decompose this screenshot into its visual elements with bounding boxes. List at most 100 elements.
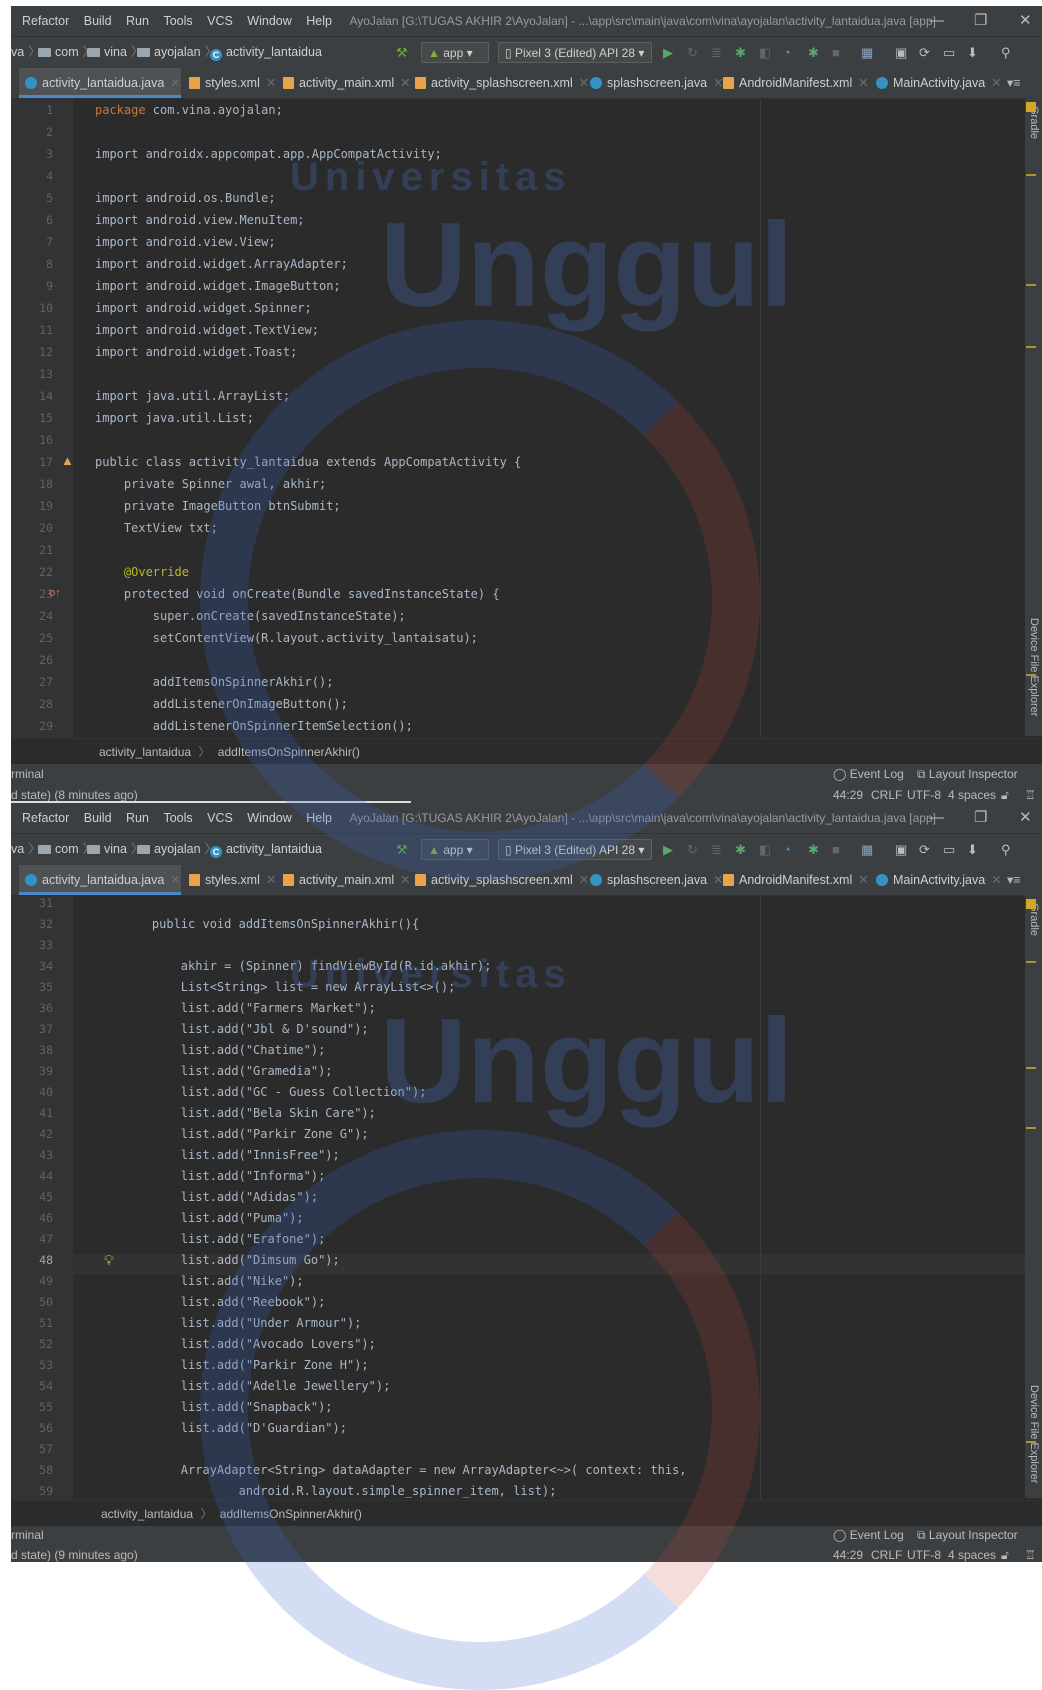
event-log-button[interactable]: ◯ Event Log bbox=[833, 767, 904, 781]
tabs-overflow-icon[interactable]: ▾≡ bbox=[1001, 68, 1021, 98]
tab-mainactivity[interactable]: MainActivity.java ✕ bbox=[870, 68, 1002, 98]
lightbulb-icon[interactable]: 💡︎ bbox=[104, 1252, 114, 1269]
run-config-dropdown[interactable]: ▲ app ▾ bbox=[421, 839, 489, 860]
menu-window[interactable]: Window bbox=[247, 803, 291, 833]
run-icon[interactable]: ▶ bbox=[663, 44, 673, 61]
close-button[interactable]: ✕ bbox=[1019, 6, 1032, 36]
terminal-icon[interactable]: ▣ bbox=[895, 44, 907, 61]
menu-window[interactable]: Window bbox=[247, 6, 291, 36]
scroll-marker[interactable] bbox=[1026, 346, 1036, 348]
indent-setting[interactable]: 4 spaces bbox=[948, 1548, 996, 1562]
warning-marker[interactable] bbox=[1026, 899, 1036, 909]
layout-inspector-button[interactable]: ⧉ Layout Inspector bbox=[917, 1528, 1018, 1543]
profile-icon[interactable]: ◔ bbox=[783, 841, 791, 858]
sdk-manager-icon[interactable]: ⬇ bbox=[967, 44, 978, 61]
breadcrumb-vina[interactable]: vina bbox=[104, 45, 127, 59]
breadcrumb-class[interactable]: activity_lantaidua bbox=[99, 745, 191, 759]
code-editor[interactable]: 31 32 33 34 35 36 37 38 39 40 41 42 43 4… bbox=[11, 896, 1042, 1500]
device-dropdown[interactable]: ▯ Pixel 3 (Edited) API 28 ▾ bbox=[498, 839, 652, 860]
breadcrumb-activity[interactable]: activity_lantaidua bbox=[226, 842, 322, 856]
cursor-position[interactable]: 44:29 bbox=[833, 788, 863, 802]
close-tab-icon[interactable]: ✕ bbox=[266, 873, 276, 887]
terminal-tab[interactable]: rminal bbox=[11, 1528, 44, 1542]
menu-help[interactable]: Help bbox=[306, 803, 332, 833]
layout-inspector-button[interactable]: ⧉ Layout Inspector bbox=[917, 767, 1018, 782]
file-encoding[interactable]: UTF-8 bbox=[907, 788, 941, 802]
minimize-button[interactable]: — bbox=[929, 6, 944, 36]
menu-build[interactable]: Build bbox=[84, 6, 112, 36]
menu-tools[interactable]: Tools bbox=[163, 6, 192, 36]
restore-button[interactable]: ❐ bbox=[974, 803, 987, 833]
device-dropdown[interactable]: ▯ Pixel 3 (Edited) API 28 ▾ bbox=[498, 42, 652, 63]
notification-icon[interactable]: ♖ bbox=[1025, 788, 1036, 802]
breadcrumb-method[interactable]: addItemsOnSpinnerAkhir() bbox=[220, 1507, 362, 1521]
apply-code-icon[interactable]: ≣ bbox=[711, 841, 722, 858]
scroll-marker[interactable] bbox=[1026, 1441, 1036, 1443]
breadcrumb-method[interactable]: addItemsOnSpinnerAkhir() bbox=[218, 745, 360, 759]
scroll-marker[interactable] bbox=[1026, 1067, 1036, 1069]
breadcrumb-com[interactable]: com bbox=[55, 45, 79, 59]
stop-icon[interactable]: ■ bbox=[832, 841, 840, 858]
lock-icon[interactable]: 🔓︎ bbox=[1001, 788, 1009, 803]
debug-icon[interactable]: ✱ bbox=[735, 44, 746, 61]
menu-refactor[interactable]: Refactor bbox=[22, 6, 69, 36]
file-encoding[interactable]: UTF-8 bbox=[907, 1548, 941, 1562]
minimize-button[interactable]: — bbox=[929, 803, 944, 833]
breadcrumb-root[interactable]: va bbox=[11, 842, 24, 856]
breadcrumb-ayojalan[interactable]: ayojalan bbox=[154, 842, 201, 856]
tab-manifest[interactable]: AndroidManifest.xml ✕ bbox=[717, 68, 869, 98]
tabs-overflow-icon[interactable]: ▾≡ bbox=[1001, 865, 1021, 895]
restore-button[interactable]: ❐ bbox=[974, 6, 987, 36]
event-log-button[interactable]: ◯ Event Log bbox=[833, 1528, 904, 1542]
breadcrumb-class[interactable]: activity_lantaidua bbox=[101, 1507, 193, 1521]
line-separator[interactable]: CRLF bbox=[871, 1548, 902, 1562]
tab-manifest[interactable]: AndroidManifest.xml ✕ bbox=[717, 865, 869, 895]
tab-activity-main[interactable]: activity_main.xml ✕ bbox=[277, 865, 411, 895]
scroll-marker[interactable] bbox=[1026, 674, 1036, 676]
menu-run[interactable]: Run bbox=[126, 803, 149, 833]
close-button[interactable]: ✕ bbox=[1019, 803, 1032, 833]
close-tab-icon[interactable]: ✕ bbox=[170, 76, 180, 90]
notification-icon[interactable]: ♖ bbox=[1025, 1548, 1036, 1562]
gradle-sync-icon[interactable]: ⟳ bbox=[919, 44, 930, 61]
scroll-marker[interactable] bbox=[1026, 284, 1036, 286]
line-separator[interactable]: CRLF bbox=[871, 788, 902, 802]
breadcrumb-ayojalan[interactable]: ayojalan bbox=[154, 45, 201, 59]
search-icon[interactable]: ⚲ bbox=[1001, 44, 1011, 61]
tab-activity-lantaidua[interactable]: activity_lantaidua.java ✕ bbox=[19, 865, 181, 895]
breadcrumb-vina[interactable]: vina bbox=[104, 842, 127, 856]
search-icon[interactable]: ⚲ bbox=[1001, 841, 1011, 858]
menu-run[interactable]: Run bbox=[126, 6, 149, 36]
avd-manager-icon[interactable]: ▭ bbox=[943, 44, 955, 61]
close-tab-icon[interactable]: ✕ bbox=[858, 873, 868, 887]
hammer-icon[interactable]: ⚒ bbox=[396, 841, 408, 858]
debug-icon[interactable]: ✱ bbox=[735, 841, 746, 858]
code-editor[interactable]: 1 2 3 4 5 6 7 8 9 10 11 12 13 14 15 16 1… bbox=[11, 99, 1042, 738]
cursor-position[interactable]: 44:29 bbox=[833, 1548, 863, 1562]
menu-tools[interactable]: Tools bbox=[163, 803, 192, 833]
device-file-explorer-tab[interactable]: Device File Explorer bbox=[1028, 1385, 1040, 1483]
attach-debugger-icon[interactable]: ✱ bbox=[808, 44, 819, 61]
tab-mainactivity[interactable]: MainActivity.java ✕ bbox=[870, 865, 1002, 895]
close-tab-icon[interactable]: ✕ bbox=[170, 873, 180, 887]
menu-vcs[interactable]: VCS bbox=[207, 6, 233, 36]
menu-refactor[interactable]: Refactor bbox=[22, 803, 69, 833]
sdk-manager-icon[interactable]: ⬇ bbox=[967, 841, 978, 858]
terminal-tab[interactable]: rminal bbox=[11, 767, 44, 781]
scroll-marker[interactable] bbox=[1026, 1127, 1036, 1129]
project-structure-icon[interactable]: ▦ bbox=[861, 841, 873, 858]
menu-vcs[interactable]: VCS bbox=[207, 803, 233, 833]
override-icon[interactable]: o↑ bbox=[49, 587, 61, 599]
run-config-dropdown[interactable]: ▲ app ▾ bbox=[421, 42, 489, 63]
close-tab-icon[interactable]: ✕ bbox=[266, 76, 276, 90]
attach-icon[interactable]: ◧ bbox=[759, 44, 771, 61]
profile-icon[interactable]: ◔ bbox=[783, 44, 791, 61]
apply-changes-icon[interactable]: ↻ bbox=[687, 841, 698, 858]
breadcrumb-root[interactable]: va bbox=[11, 45, 24, 59]
tab-styles[interactable]: styles.xml ✕ bbox=[183, 68, 276, 98]
lock-icon[interactable]: 🔓︎ bbox=[1001, 1548, 1009, 1562]
close-tab-icon[interactable]: ✕ bbox=[858, 76, 868, 90]
tab-styles[interactable]: styles.xml ✕ bbox=[183, 865, 276, 895]
tab-activity-splashscreen[interactable]: activity_splashscreen.xml ✕ bbox=[409, 68, 589, 98]
menu-build[interactable]: Build bbox=[84, 803, 112, 833]
